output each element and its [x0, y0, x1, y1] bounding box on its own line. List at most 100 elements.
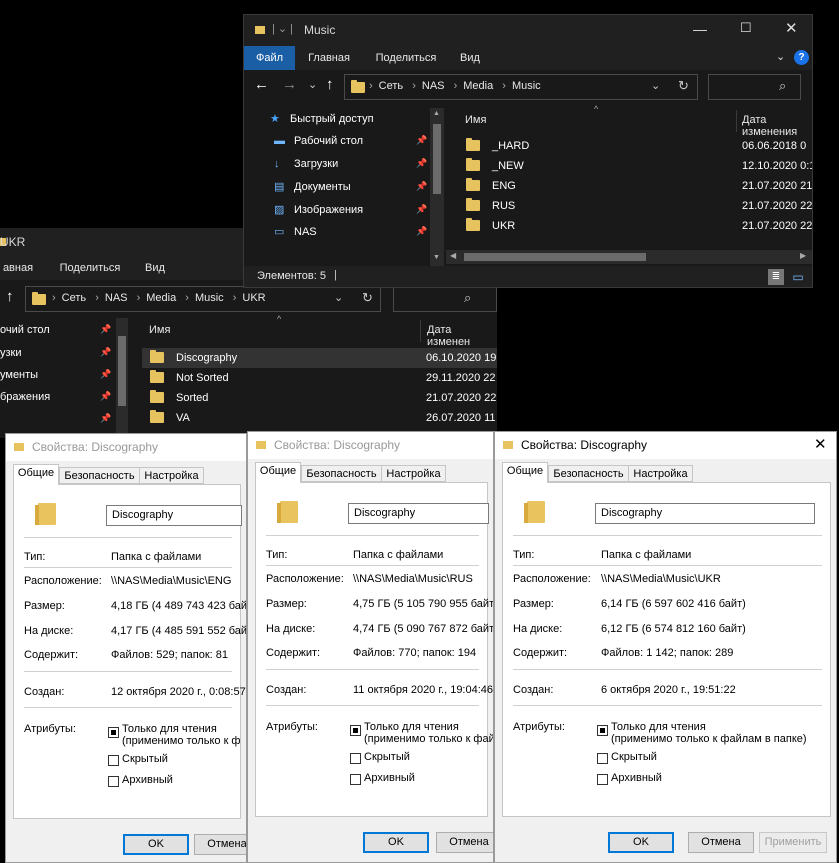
tab-security[interactable]: Безопасность — [301, 465, 382, 482]
readonly-checkbox[interactable] — [597, 725, 608, 736]
tab-share[interactable]: Поделиться — [54, 256, 126, 280]
chevron-down-icon[interactable]: ⌄ — [651, 79, 660, 92]
close-icon[interactable]: ✕ — [785, 19, 798, 37]
column-name[interactable]: Имя — [465, 114, 486, 126]
size-label: Размер: — [513, 598, 554, 610]
column-date[interactable]: Дата изменен — [427, 324, 497, 348]
documents-icon: ▤ — [274, 181, 285, 193]
address-field[interactable]: › Сеть › NAS › Media › Music › UKR ⌄ ↻ — [25, 286, 381, 312]
tab-security[interactable]: Безопасность — [59, 467, 140, 484]
forward-arrow-icon[interactable]: → — [282, 76, 297, 93]
large-icons-view-icon[interactable]: ▭ — [790, 269, 806, 285]
folder-name-field[interactable]: Discography — [106, 505, 242, 526]
up-arrow-icon[interactable]: ↑ — [6, 288, 14, 305]
tab-customize[interactable]: Настройка — [628, 465, 693, 482]
cancel-button[interactable]: Отмена — [436, 832, 493, 853]
tab-view[interactable]: Вид — [140, 256, 170, 280]
minimize-icon[interactable]: — — [693, 21, 707, 37]
close-icon[interactable]: ✕ — [814, 435, 827, 453]
chevron-down-icon[interactable]: ⌄ — [334, 291, 343, 304]
tab-view[interactable]: Вид — [455, 46, 485, 70]
crumb-network[interactable]: Сеть — [379, 80, 403, 92]
address-field[interactable]: › Сеть › NAS › Media › Music ⌄ ↻ — [344, 74, 698, 100]
file-row[interactable]: Not Sorted 29.11.2020 22 — [142, 368, 497, 388]
tab-customize[interactable]: Настройка — [381, 465, 446, 482]
maximize-icon[interactable]: ☐ — [740, 20, 752, 36]
cancel-button[interactable]: Отмена — [688, 832, 754, 853]
ok-button[interactable]: OK — [608, 832, 674, 853]
hidden-checkbox[interactable] — [597, 753, 608, 764]
chevron-down-icon[interactable]: ⌄ — [776, 50, 785, 63]
tab-share[interactable]: Поделиться — [370, 46, 442, 70]
attributes-label: Атрибуты: — [513, 721, 565, 733]
tab-home[interactable]: авная — [0, 256, 36, 280]
tab-security[interactable]: Безопасность — [548, 465, 629, 482]
recent-chevron-icon[interactable]: ⌄ — [308, 78, 317, 91]
file-row[interactable]: _HARD 06.06.2018 0 — [456, 136, 812, 156]
crumb-media[interactable]: Media — [146, 292, 176, 304]
refresh-icon[interactable]: ↻ — [362, 290, 373, 306]
nav-item-pictures[interactable]: бражения — [0, 386, 50, 408]
nav-item-documents[interactable]: ументы — [0, 364, 38, 386]
tab-home[interactable]: Главная — [302, 46, 356, 70]
tab-file[interactable]: Файл — [244, 46, 295, 70]
nav-item-0[interactable]: ★ Быстрый доступ — [270, 108, 374, 130]
crumb-music[interactable]: Music — [195, 292, 224, 304]
folder-icon — [524, 501, 545, 523]
file-row[interactable]: UKR 21.07.2020 22 — [456, 216, 812, 236]
cancel-button[interactable]: Отмена — [194, 834, 246, 855]
apply-button[interactable]: Применить — [759, 832, 827, 853]
folder-name-field[interactable]: Discography — [595, 503, 815, 524]
nav-item-4[interactable]: ▨ Изображения — [274, 199, 363, 221]
crumb-ukr[interactable]: UKR — [242, 292, 265, 304]
nav-item-3[interactable]: ▤ Документы — [274, 176, 351, 198]
archive-checkbox[interactable] — [108, 776, 119, 787]
file-row[interactable]: RUS 21.07.2020 22 — [456, 196, 812, 216]
nav-item-desktop[interactable]: очий стол — [0, 319, 50, 341]
file-list: ^ Имя Дата изменен Discography 06.10.2020… — [132, 314, 497, 438]
nav-item-downloads[interactable]: узки — [0, 342, 22, 364]
folder-name-field[interactable]: Discography — [348, 503, 489, 524]
file-row[interactable]: Discography 06.10.2020 19 — [142, 348, 497, 368]
crumb-media[interactable]: Media — [463, 80, 493, 92]
column-date[interactable]: Дата изменения — [742, 114, 812, 138]
tab-general[interactable]: Общие — [13, 464, 59, 485]
file-row[interactable]: ENG 21.07.2020 21 — [456, 176, 812, 196]
details-view-icon[interactable]: ≣ — [768, 269, 784, 285]
tab-customize[interactable]: Настройка — [139, 467, 204, 484]
readonly-checkbox[interactable] — [350, 725, 361, 736]
back-arrow-icon[interactable]: ← — [254, 76, 269, 93]
file-row[interactable]: VA 26.07.2020 11 — [142, 408, 497, 428]
nav-item-2[interactable]: ↓ Загрузки — [274, 153, 338, 175]
hidden-checkbox[interactable] — [108, 755, 119, 766]
archive-checkbox[interactable] — [350, 774, 361, 785]
file-row[interactable]: _NEW 12.10.2020 0:1 — [456, 156, 812, 176]
nav-scrollbar[interactable]: ▲ ▼ — [430, 108, 444, 266]
archive-checkbox[interactable] — [597, 774, 608, 785]
readonly-checkbox[interactable] — [108, 727, 119, 738]
tab-general[interactable]: Общие — [502, 462, 548, 483]
tab-general[interactable]: Общие — [255, 462, 301, 483]
folder-icon — [150, 410, 164, 423]
horizontal-scrollbar[interactable]: ◀ ▶ — [446, 250, 812, 264]
crumb-music[interactable]: Music — [512, 80, 541, 92]
type-label: Тип: — [513, 549, 535, 561]
nav-item-1[interactable]: ▬ Рабочий стол — [274, 130, 363, 152]
file-row[interactable]: Sorted 21.07.2020 22 — [142, 388, 497, 408]
up-arrow-icon[interactable]: ↑ — [326, 76, 334, 93]
refresh-icon[interactable]: ↻ — [678, 78, 689, 94]
quick-access-toolbar[interactable]: | ⌄ | — [272, 22, 293, 35]
ok-button[interactable]: OK — [363, 832, 429, 853]
dialog-tabs: Общие Безопасность Настройка — [6, 462, 246, 485]
crumb-nas[interactable]: NAS — [422, 80, 445, 92]
help-icon[interactable]: ? — [794, 50, 809, 65]
ok-button[interactable]: OK — [123, 834, 189, 855]
search-input[interactable]: ⌕ — [708, 74, 801, 100]
crumb-nas[interactable]: NAS — [105, 292, 128, 304]
nav-item-5[interactable]: ▭ NAS — [274, 221, 317, 243]
hidden-checkbox[interactable] — [350, 753, 361, 764]
search-input[interactable]: ⌕ — [393, 286, 497, 312]
crumb-network[interactable]: Сеть — [62, 292, 86, 304]
nav-scrollbar[interactable] — [116, 318, 128, 438]
column-name[interactable]: Имя — [149, 324, 170, 336]
